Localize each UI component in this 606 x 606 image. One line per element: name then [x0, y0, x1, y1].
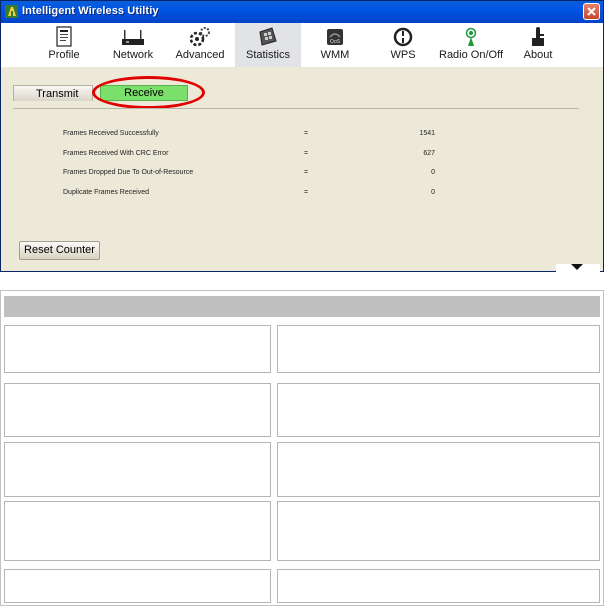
toolbar-item-statistics[interactable]: Statistics	[235, 23, 301, 67]
stat-label: Duplicate Frames Received	[63, 189, 149, 196]
table-cell	[4, 325, 271, 373]
toolbar-item-profile[interactable]: Profile	[39, 23, 89, 67]
toolbar-item-wmm[interactable]: QoS WMM	[313, 23, 357, 67]
stat-value: 0	[431, 169, 435, 176]
toolbar-item-wps[interactable]: WPS	[381, 23, 425, 67]
network-icon	[122, 30, 144, 45]
stat-label: Frames Dropped Due To Out-of-Resource	[63, 169, 194, 176]
toolbar-label-wps: WPS	[390, 49, 416, 61]
table-cell	[277, 442, 600, 497]
app-window: Intelligent Wireless Utiltiy Profile Net…	[0, 0, 604, 272]
table-cell	[277, 325, 600, 373]
chevron-down-icon	[571, 264, 583, 270]
stat-separator: =	[304, 130, 309, 137]
radio-icon	[465, 27, 477, 46]
table-cell	[4, 501, 271, 561]
app-icon	[5, 5, 18, 18]
statistics-panel: Transmit Receive Frames Received Success…	[1, 67, 603, 272]
table-header	[4, 296, 600, 317]
stat-value: 627	[423, 150, 435, 157]
close-icon	[587, 7, 596, 16]
wps-icon	[393, 27, 413, 47]
advanced-icon	[189, 27, 210, 47]
window-title: Intelligent Wireless Utiltiy	[22, 5, 159, 17]
profile-icon	[56, 26, 72, 47]
stat-row-dropped: Frames Dropped Due To Out-of-Resource = …	[1, 167, 603, 179]
stat-value: 1541	[419, 130, 435, 137]
table-cell	[277, 501, 600, 561]
table-cell	[4, 383, 271, 437]
statistics-icon	[259, 27, 277, 46]
tab-receive[interactable]: Receive	[100, 85, 188, 101]
blank-table	[0, 290, 604, 606]
toolbar-item-network[interactable]: Network	[105, 23, 161, 67]
toolbar-label-advanced: Advanced	[175, 49, 225, 61]
expand-button[interactable]	[556, 264, 600, 272]
svg-text:QoS: QoS	[330, 39, 340, 45]
stat-separator: =	[304, 189, 309, 196]
stat-separator: =	[304, 169, 309, 176]
stat-value: 0	[431, 189, 435, 196]
title-bar[interactable]: Intelligent Wireless Utiltiy	[1, 1, 603, 23]
toolbar-label-statistics: Statistics	[245, 49, 290, 61]
toolbar-label-wmm: WMM	[320, 49, 350, 61]
toolbar: Profile Network Advanced Statistics QoS …	[1, 23, 603, 67]
table-cell	[277, 383, 600, 437]
toolbar-label-radio: Radio On/Off	[439, 49, 503, 61]
wmm-icon: QoS	[327, 29, 343, 45]
tab-transmit[interactable]: Transmit	[13, 85, 93, 101]
reset-counter-button[interactable]: Reset Counter	[19, 241, 100, 260]
table-cell	[4, 442, 271, 497]
toolbar-item-about[interactable]: About	[517, 23, 559, 67]
stat-row-received-success: Frames Received Successfully = 1541	[1, 128, 603, 140]
toolbar-label-network: Network	[112, 49, 154, 61]
toolbar-item-radio[interactable]: Radio On/Off	[433, 23, 509, 67]
toolbar-item-advanced[interactable]: Advanced	[171, 23, 229, 67]
stat-row-crc-error: Frames Received With CRC Error = 627	[1, 148, 603, 160]
stat-separator: =	[304, 150, 309, 157]
toolbar-label-profile: Profile	[48, 49, 80, 61]
stat-label: Frames Received Successfully	[63, 130, 159, 137]
about-icon	[532, 27, 544, 46]
table-cell	[277, 569, 600, 603]
close-button[interactable]	[583, 3, 600, 20]
table-cell	[4, 569, 271, 603]
toolbar-label-about: About	[523, 49, 553, 61]
stat-label: Frames Received With CRC Error	[63, 150, 169, 157]
stat-row-duplicate: Duplicate Frames Received = 0	[1, 187, 603, 199]
tab-divider	[13, 108, 579, 109]
